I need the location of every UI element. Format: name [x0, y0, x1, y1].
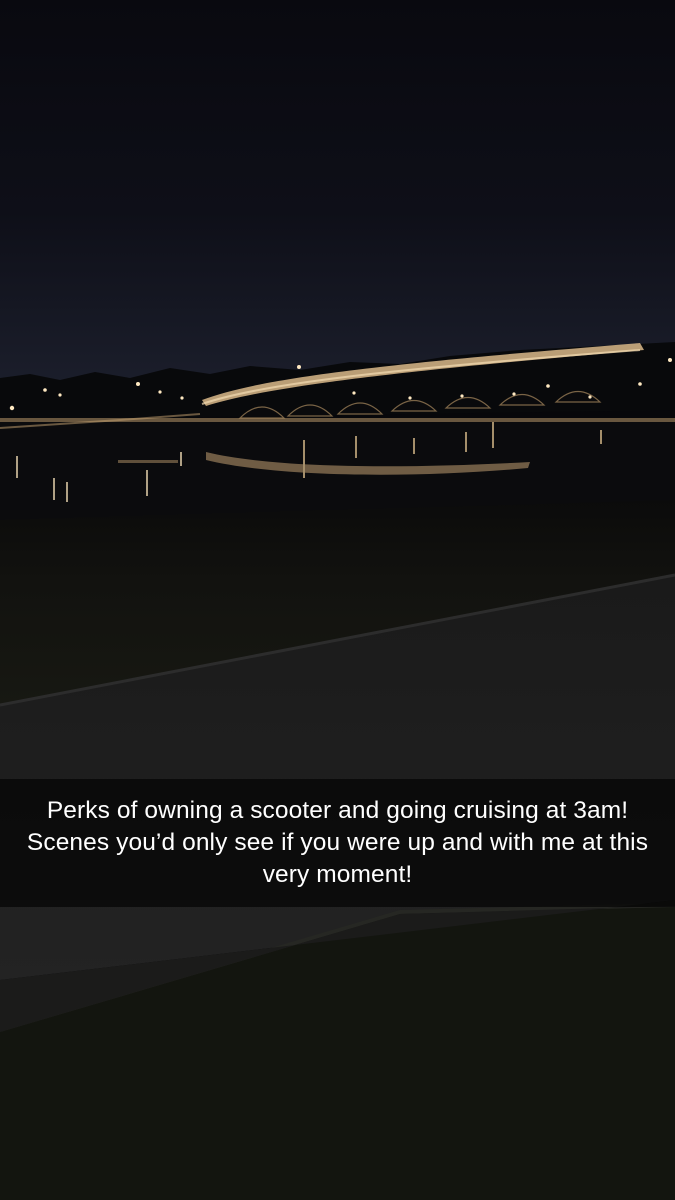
snap-photo: Perks of owning a scooter and going crui…	[0, 0, 675, 1200]
night-sky	[0, 0, 675, 385]
caption-text: Perks of owning a scooter and going crui…	[26, 797, 649, 888]
night-bridge-scene	[0, 0, 675, 1200]
caption-bar: Perks of owning a scooter and going crui…	[0, 779, 675, 907]
